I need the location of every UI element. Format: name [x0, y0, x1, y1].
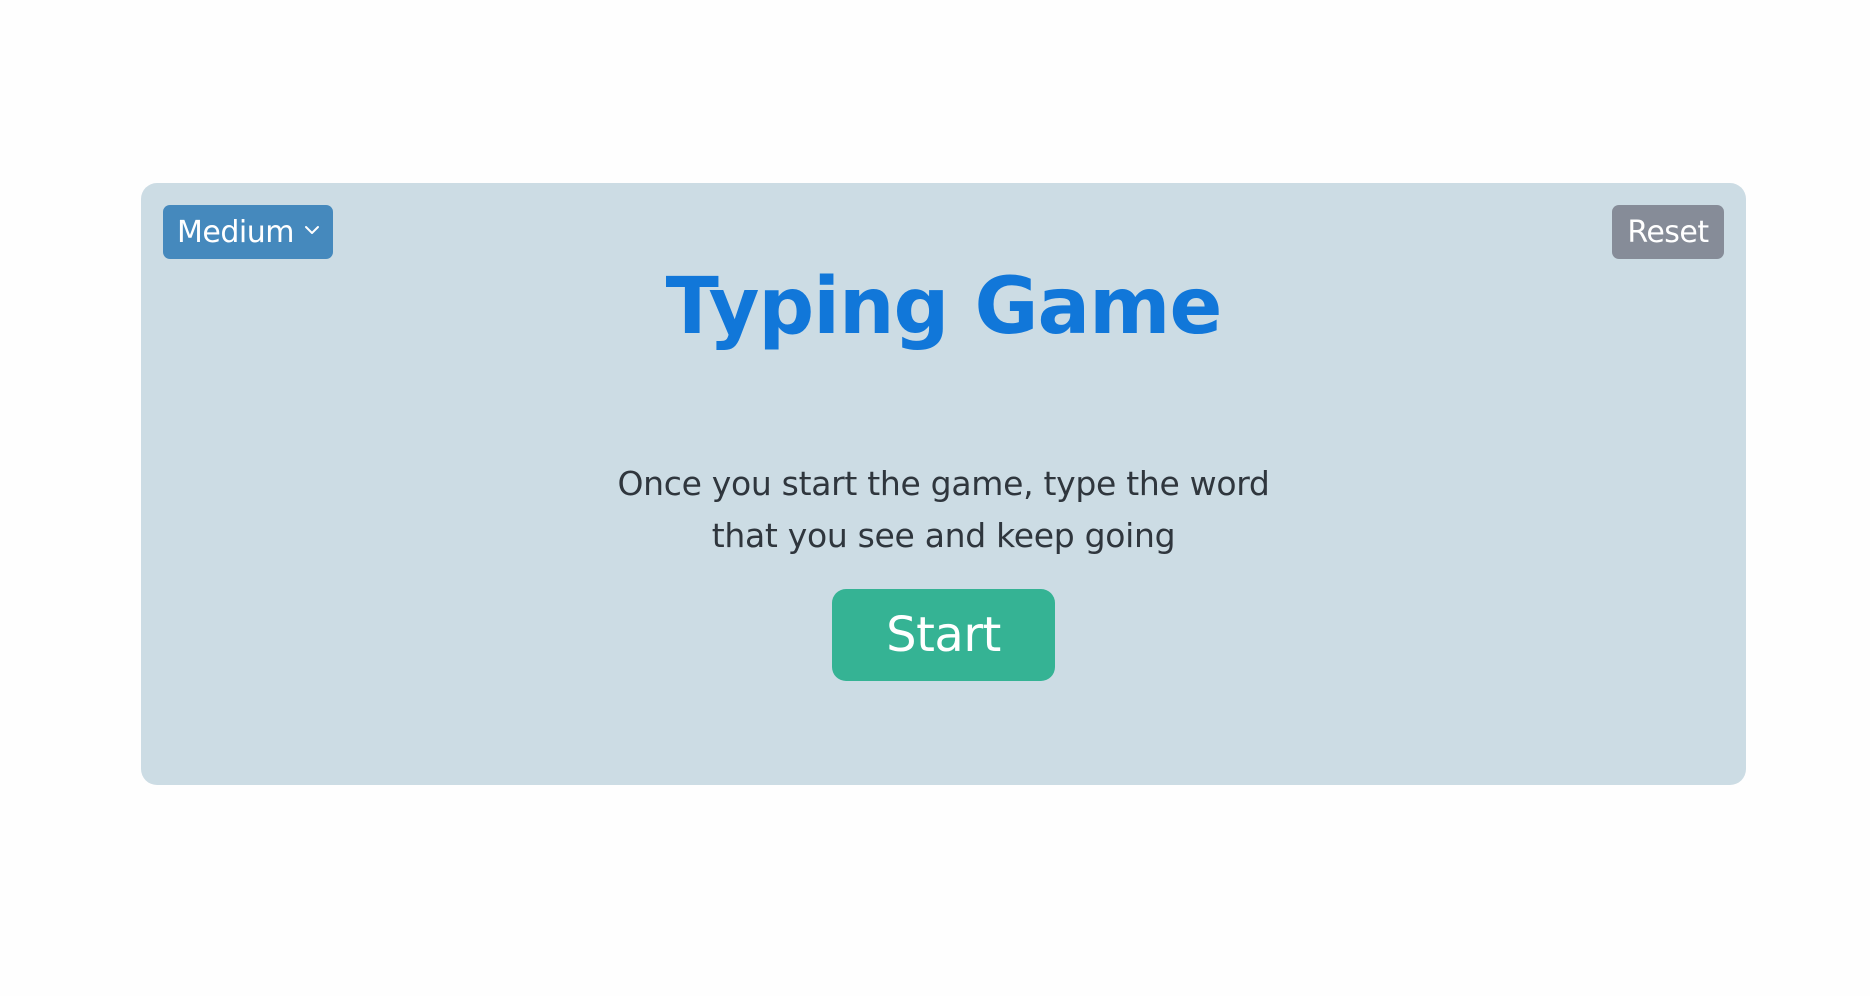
reset-button[interactable]: Reset — [1612, 205, 1724, 259]
instructions-line-2: that you see and keep going — [711, 516, 1176, 555]
game-card: Medium Reset Typing Game Once you start … — [141, 183, 1746, 785]
start-button[interactable]: Start — [832, 589, 1055, 681]
instructions-text: Once you start the game, type the word t… — [141, 458, 1746, 562]
difficulty-select[interactable]: Medium — [163, 205, 333, 259]
chevron-down-icon — [301, 219, 323, 241]
instructions-line-1: Once you start the game, type the word — [617, 464, 1270, 503]
page-title: Typing Game — [665, 262, 1223, 352]
difficulty-selected-value: Medium — [177, 214, 294, 250]
